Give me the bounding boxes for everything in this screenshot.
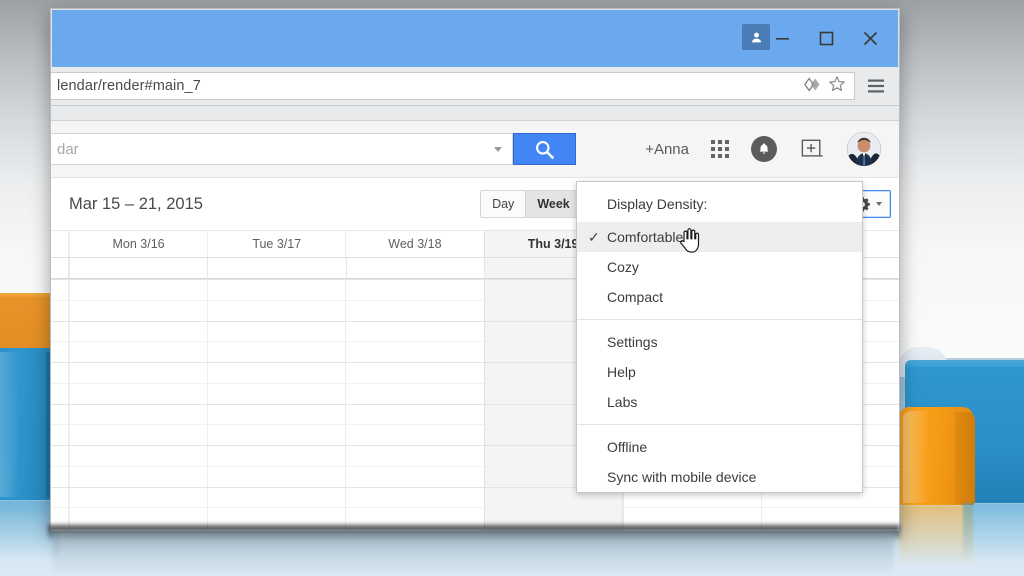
- search-button[interactable]: [513, 133, 576, 165]
- search-input[interactable]: dar: [51, 133, 513, 165]
- browser-toolbar: lendar/render#main_7: [51, 67, 899, 106]
- background-block-right-orange-side: [955, 412, 975, 505]
- menu-item-offline[interactable]: Offline: [577, 432, 862, 462]
- allday-gutter: [51, 258, 69, 278]
- bookmark-star-icon[interactable]: [828, 75, 846, 97]
- menu-item-settings[interactable]: Settings: [577, 327, 862, 357]
- time-gutter: [51, 279, 69, 531]
- apps-grid-icon[interactable]: [711, 140, 729, 158]
- menu-item-cozy-label: Cozy: [607, 259, 639, 275]
- menu-item-comfortable-label: Comfortable: [607, 229, 684, 245]
- grid-column-wed[interactable]: [345, 279, 483, 531]
- check-icon: ✓: [588, 228, 600, 245]
- menu-item-labs-label: Labs: [607, 394, 638, 410]
- reflection-right-blue: [963, 503, 1024, 561]
- bookmarks-bar: [51, 106, 899, 121]
- address-bar-text: lendar/render#main_7: [57, 78, 201, 94]
- day-header-tue[interactable]: Tue 3/17: [207, 231, 345, 257]
- close-button[interactable]: [848, 20, 892, 56]
- chevron-down-icon: [876, 202, 882, 206]
- menu-item-settings-label: Settings: [607, 334, 658, 350]
- browser-window: lendar/render#main_7 dar +Anna Mar 15 – …: [50, 8, 900, 532]
- allday-cell-mon[interactable]: [69, 258, 207, 278]
- address-bar[interactable]: lendar/render#main_7: [51, 72, 855, 100]
- reflection-right-orange: [899, 505, 973, 567]
- menu-item-help-label: Help: [607, 364, 636, 380]
- extension-diamond-icon[interactable]: [804, 76, 823, 97]
- window-controls: [760, 20, 892, 56]
- allday-cell-tue[interactable]: [207, 258, 345, 278]
- menu-item-sync-mobile-label: Sync with mobile device: [607, 469, 757, 485]
- menu-item-sync-mobile[interactable]: Sync with mobile device: [577, 462, 862, 492]
- search-placeholder: dar: [57, 140, 79, 158]
- menu-item-cozy[interactable]: Cozy: [577, 252, 862, 282]
- google-header: dar +Anna: [51, 121, 899, 178]
- google-header-right: +Anna: [645, 132, 883, 166]
- chevron-down-icon[interactable]: [494, 146, 502, 152]
- user-avatar[interactable]: [847, 132, 881, 166]
- plus-account-link[interactable]: +Anna: [645, 141, 689, 158]
- calendar-date-range: Mar 15 – 21, 2015: [69, 194, 203, 213]
- view-button-day[interactable]: Day: [480, 190, 527, 218]
- display-density-header: Display Density:: [607, 196, 708, 212]
- maximize-button[interactable]: [804, 20, 848, 56]
- window-reflection: [52, 532, 894, 576]
- day-header-wed[interactable]: Wed 3/18: [345, 231, 483, 257]
- settings-dropdown-menu: Display Density: ✓ Comfortable Cozy Comp…: [576, 181, 863, 493]
- minimize-button[interactable]: [760, 20, 804, 56]
- address-bar-icons: [804, 75, 848, 97]
- background-block-left-blue-shine: [0, 352, 20, 497]
- background-block-right-orange-shine: [903, 411, 929, 503]
- allday-cell-wed[interactable]: [345, 258, 484, 278]
- search-icon: [536, 140, 554, 159]
- bell-icon[interactable]: [751, 136, 777, 162]
- calendar-search: dar: [51, 133, 576, 165]
- view-button-week[interactable]: Week: [526, 190, 582, 218]
- menu-item-help[interactable]: Help: [577, 357, 862, 387]
- menu-item-labs[interactable]: Labs: [577, 387, 862, 417]
- hamburger-menu-icon[interactable]: [861, 71, 891, 101]
- menu-divider: [577, 424, 862, 425]
- browser-tabstrip: [51, 9, 899, 67]
- add-square-icon[interactable]: [799, 137, 825, 161]
- menu-item-comfortable[interactable]: ✓ Comfortable: [577, 222, 862, 253]
- menu-item-compact-label: Compact: [607, 289, 664, 305]
- grid-column-tue[interactable]: [207, 279, 345, 531]
- menu-item-offline-label: Offline: [607, 439, 648, 455]
- menu-divider: [577, 319, 862, 320]
- day-header-mon[interactable]: Mon 3/16: [69, 231, 207, 257]
- menu-item-compact[interactable]: Compact: [577, 282, 862, 312]
- time-gutter-header: [51, 231, 69, 257]
- screen: lendar/render#main_7 dar +Anna Mar 15 – …: [0, 0, 1024, 576]
- grid-column-mon[interactable]: [69, 279, 207, 531]
